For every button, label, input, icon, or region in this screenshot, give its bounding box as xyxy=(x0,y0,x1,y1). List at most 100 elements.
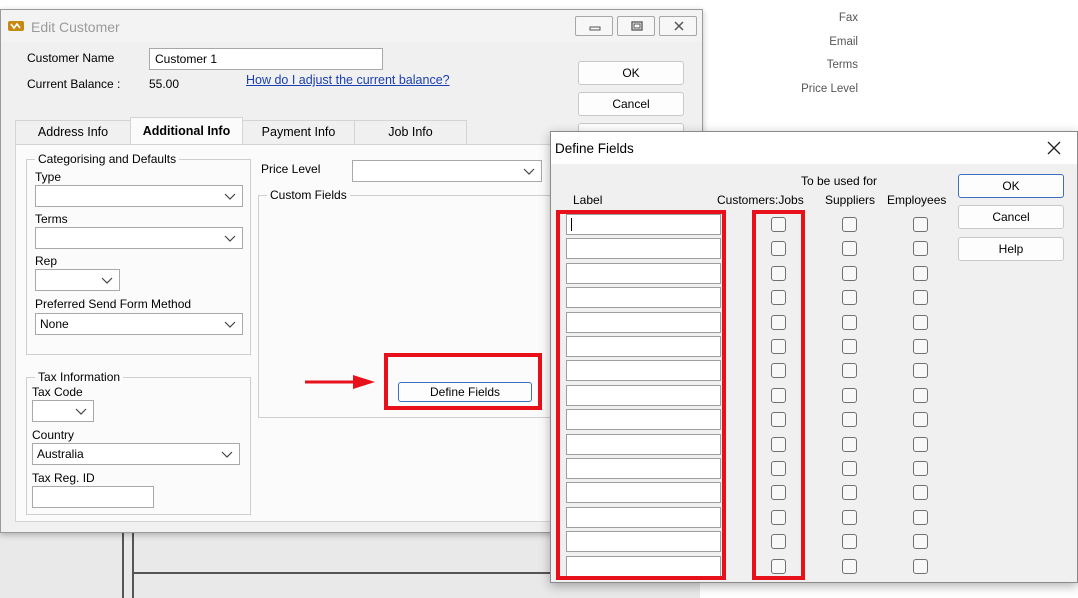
employees-checkbox[interactable] xyxy=(913,266,928,281)
suppliers-column-header: Suppliers xyxy=(825,193,876,207)
bg-field-fax: Fax xyxy=(838,12,858,24)
suppliers-checkbox[interactable] xyxy=(842,266,857,281)
define-fields-highlight xyxy=(384,353,542,410)
background-divider xyxy=(132,530,134,598)
app-icon xyxy=(8,21,24,31)
type-label: Type xyxy=(35,170,62,184)
background-divider xyxy=(122,530,124,598)
price-level-label: Price Level xyxy=(261,162,321,176)
employees-checkbox[interactable] xyxy=(913,559,928,574)
ok-button[interactable]: OK xyxy=(578,61,684,85)
send-method-value: None xyxy=(40,317,69,331)
employees-checkbox[interactable] xyxy=(913,217,928,232)
suppliers-checkbox[interactable] xyxy=(842,559,857,574)
type-select[interactable] xyxy=(35,185,243,207)
employees-checkbox[interactable] xyxy=(913,363,928,378)
current-balance-value: 55.00 xyxy=(149,77,180,91)
chevron-down-icon xyxy=(221,451,233,458)
minimize-icon xyxy=(589,26,601,31)
terms-select[interactable] xyxy=(35,227,243,249)
country-value: Australia xyxy=(37,447,84,461)
suppliers-checkbox[interactable] xyxy=(842,217,857,232)
define-fields-title: Define Fields xyxy=(555,141,634,156)
country-label: Country xyxy=(32,428,75,442)
categorising-group-title: Categorising and Defaults xyxy=(35,152,180,166)
rep-select[interactable] xyxy=(35,269,120,291)
suppliers-checkbox[interactable] xyxy=(842,485,857,500)
employees-checkbox[interactable] xyxy=(913,339,928,354)
suppliers-checkbox[interactable] xyxy=(842,534,857,549)
suppliers-checkbox[interactable] xyxy=(842,363,857,378)
edit-customer-titlebar[interactable]: Edit Customer xyxy=(1,10,702,42)
bg-field-email: Email xyxy=(829,36,858,48)
employees-checkbox[interactable] xyxy=(913,412,928,427)
adjust-balance-link[interactable]: How do I adjust the current balance? xyxy=(246,73,450,87)
customer-name-input[interactable]: Customer 1 xyxy=(149,48,383,70)
tab-job-info[interactable]: Job Info xyxy=(354,120,467,144)
tax-code-label: Tax Code xyxy=(32,385,83,399)
chevron-down-icon xyxy=(224,193,236,200)
employees-checkbox[interactable] xyxy=(913,485,928,500)
suppliers-checkbox[interactable] xyxy=(842,388,857,403)
tax-code-select[interactable] xyxy=(32,400,94,422)
country-select[interactable]: Australia xyxy=(32,443,240,465)
price-level-select[interactable] xyxy=(352,160,542,182)
arrow-right-icon xyxy=(305,375,375,389)
employees-checkbox[interactable] xyxy=(913,290,928,305)
chevron-down-icon xyxy=(75,408,87,415)
customers-jobs-column-highlight xyxy=(752,210,805,580)
chevron-down-icon xyxy=(224,321,236,328)
rep-label: Rep xyxy=(35,254,58,268)
tab-additional-info[interactable]: Additional Info xyxy=(130,117,243,145)
help-button[interactable]: Help xyxy=(958,237,1064,261)
send-method-label: Preferred Send Form Method xyxy=(35,297,192,311)
tab-payment-info[interactable]: Payment Info xyxy=(242,120,355,144)
label-column-header: Label xyxy=(573,193,603,207)
edit-customer-title: Edit Customer xyxy=(31,19,120,35)
minimize-button[interactable] xyxy=(575,16,613,36)
employees-checkbox[interactable] xyxy=(913,388,928,403)
maximize-icon xyxy=(631,21,643,31)
suppliers-checkbox[interactable] xyxy=(842,461,857,476)
customers-jobs-column-header: Customers:Jobs xyxy=(717,193,804,207)
suppliers-checkbox[interactable] xyxy=(842,315,857,330)
cancel-button[interactable]: Cancel xyxy=(958,205,1064,229)
label-column-highlight xyxy=(556,210,726,580)
tax-reg-input[interactable] xyxy=(32,486,154,508)
customer-name-label: Customer Name xyxy=(27,51,115,65)
send-method-select[interactable]: None xyxy=(35,313,243,335)
cancel-button[interactable]: Cancel xyxy=(578,92,684,116)
close-icon xyxy=(674,21,684,31)
chevron-down-icon xyxy=(224,235,236,242)
employees-checkbox[interactable] xyxy=(913,315,928,330)
custom-fields-title: Custom Fields xyxy=(267,188,350,202)
employees-checkbox[interactable] xyxy=(913,437,928,452)
tab-address-info[interactable]: Address Info xyxy=(15,120,131,144)
ok-button[interactable]: OK xyxy=(958,174,1064,198)
suppliers-checkbox[interactable] xyxy=(842,241,857,256)
employees-checkbox[interactable] xyxy=(913,461,928,476)
maximize-button[interactable] xyxy=(617,16,655,36)
bg-field-price-level: Price Level xyxy=(801,83,858,95)
chevron-down-icon xyxy=(523,168,535,175)
suppliers-checkbox[interactable] xyxy=(842,412,857,427)
define-fields-titlebar[interactable]: Define Fields xyxy=(551,132,1077,164)
tax-reg-label: Tax Reg. ID xyxy=(32,471,95,485)
bg-field-terms: Terms xyxy=(826,59,858,71)
employees-column-header: Employees xyxy=(887,193,947,207)
tax-info-group-title: Tax Information xyxy=(35,370,124,384)
employees-checkbox[interactable] xyxy=(913,510,928,525)
suppliers-checkbox[interactable] xyxy=(842,290,857,305)
used-for-header: To be used for xyxy=(801,174,878,188)
suppliers-checkbox[interactable] xyxy=(842,510,857,525)
employees-checkbox[interactable] xyxy=(913,534,928,549)
suppliers-checkbox[interactable] xyxy=(842,437,857,452)
suppliers-checkbox[interactable] xyxy=(842,339,857,354)
terms-label: Terms xyxy=(35,212,68,226)
additional-info-panel: Categorising and Defaults Type Terms Rep… xyxy=(15,144,558,522)
current-balance-label: Current Balance : xyxy=(27,77,121,91)
employees-checkbox[interactable] xyxy=(913,241,928,256)
close-icon[interactable] xyxy=(1047,141,1061,155)
chevron-down-icon xyxy=(101,277,113,284)
close-button[interactable] xyxy=(659,16,697,36)
